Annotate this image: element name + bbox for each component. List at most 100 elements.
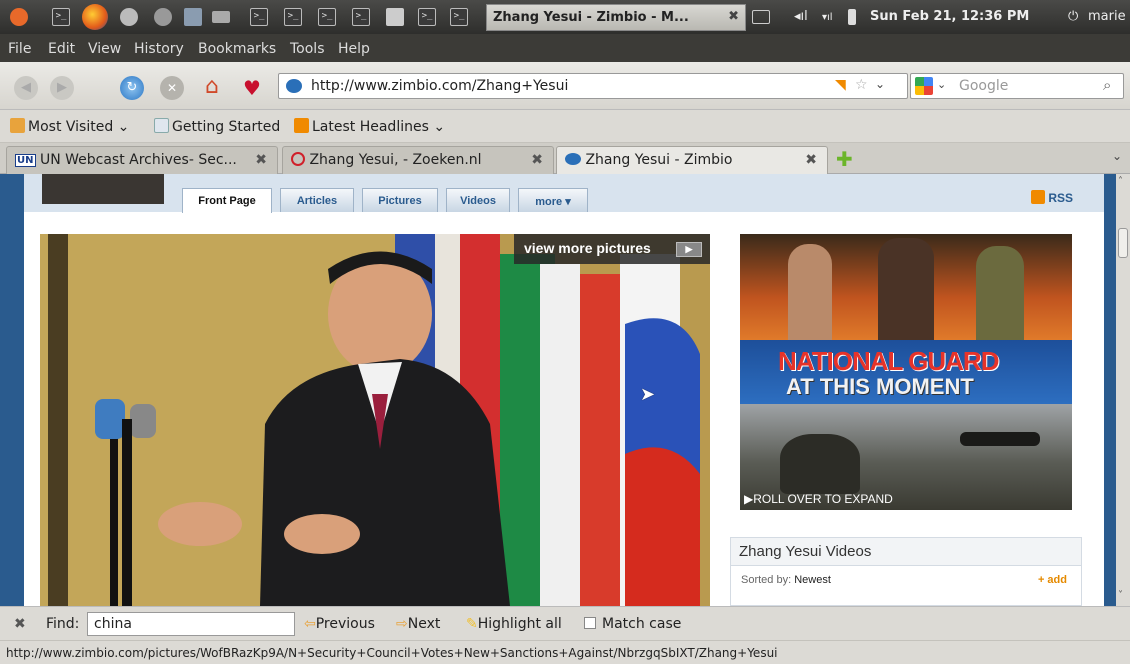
terminal-launcher-icon[interactable]: >_ — [318, 8, 336, 26]
close-tab-icon[interactable]: ✖ — [805, 152, 817, 168]
app-launcher-icon[interactable] — [154, 8, 172, 26]
highlight-all-button[interactable]: ✎Highlight all — [466, 616, 562, 632]
home-button[interactable]: ⌂ — [200, 76, 224, 100]
search-bar[interactable]: ⌄ Google ⌕ — [910, 73, 1124, 99]
close-find-icon[interactable]: ✖ — [14, 616, 26, 632]
site-favicon-icon — [286, 79, 302, 93]
zhang-yesui-photo — [40, 234, 710, 606]
site-navigation: Front Page Articles Pictures Videos more… — [24, 174, 1104, 213]
sort-newest-link[interactable]: Newest — [794, 574, 831, 586]
zoeken-favicon-icon — [291, 152, 305, 166]
chevron-up-icon[interactable]: ˄ — [1118, 176, 1123, 187]
rss-link[interactable]: RSS — [1031, 190, 1073, 205]
mail-icon[interactable] — [752, 10, 770, 24]
menu-help[interactable]: Help — [338, 41, 370, 57]
ad-figure — [788, 244, 832, 340]
power-icon[interactable]: ⏻ — [1068, 9, 1078, 24]
search-placeholder: Google — [959, 78, 1009, 94]
menu-bookmarks[interactable]: Bookmarks — [198, 41, 276, 57]
match-case-checkbox[interactable]: Match case — [584, 616, 681, 632]
tab-more[interactable]: more ▾ — [518, 188, 588, 212]
url-bar[interactable]: http://www.zimbio.com/Zhang+Yesui ◥ ☆ ⌄ — [278, 73, 908, 99]
add-video-link[interactable]: + add — [1038, 574, 1067, 586]
stop-button[interactable]: ✕ — [160, 76, 184, 100]
find-previous-button[interactable]: ⇦Previous — [304, 616, 375, 632]
menu-view[interactable]: View — [88, 41, 121, 57]
close-tab-icon[interactable]: ✖ — [255, 152, 267, 168]
menu-edit[interactable]: Edit — [48, 41, 75, 57]
new-tab-button[interactable]: ✚ — [836, 147, 853, 171]
header-photo — [42, 174, 164, 204]
advertisement[interactable]: NATIONAL GUARD AT THIS MOMENT ▶ROLL OVER… — [740, 234, 1072, 510]
close-icon[interactable]: ✖ — [728, 9, 739, 24]
forward-button[interactable]: ▶ — [50, 76, 74, 100]
battery-icon[interactable] — [848, 9, 856, 25]
tab-videos[interactable]: Videos — [446, 188, 510, 212]
back-button[interactable]: ◀ — [14, 76, 38, 100]
reload-button[interactable]: ↻ — [120, 76, 144, 100]
volume-icon[interactable]: ◂ıl — [794, 9, 808, 24]
rss-feed-icon — [294, 118, 309, 133]
terminal-launcher-icon[interactable]: >_ — [52, 8, 70, 26]
bookmark-latest-headlines[interactable]: Latest Headlines ⌄ — [294, 118, 445, 135]
chevron-down-icon[interactable]: ⌄ — [937, 78, 946, 91]
vertical-scrollbar[interactable]: ˄ ˅ — [1116, 174, 1130, 606]
ad-banner: NATIONAL GUARD AT THIS MOMENT — [740, 340, 1072, 404]
url-text: http://www.zimbio.com/Zhang+Yesui — [311, 78, 569, 94]
highlighter-icon: ✎ — [466, 616, 478, 632]
tab-zoeken[interactable]: Zhang Yesui, - Zoeken.nl ✖ — [282, 146, 554, 174]
terminal-launcher-icon[interactable]: >_ — [352, 8, 370, 26]
app-launcher-icon[interactable] — [212, 11, 230, 23]
scrollbar-thumb[interactable] — [1118, 228, 1128, 258]
search-icon[interactable]: ⌕ — [1103, 76, 1111, 94]
clock[interactable]: Sun Feb 21, 12:36 PM — [870, 9, 1029, 24]
arrow-left-icon: ⇦ — [304, 616, 316, 632]
tab-un-webcast[interactable]: UN UN Webcast Archives- Sec... ✖ — [6, 146, 278, 174]
app-launcher-icon[interactable] — [120, 8, 138, 26]
tab-bar: UN UN Webcast Archives- Sec... ✖ Zhang Y… — [0, 143, 1130, 174]
menu-history[interactable]: History — [134, 41, 184, 57]
network-icon[interactable]: ▾ıl — [822, 12, 833, 23]
ubuntu-logo-icon[interactable] — [10, 8, 28, 26]
page-icon — [154, 118, 169, 133]
terminal-launcher-icon[interactable]: >_ — [418, 8, 436, 26]
find-label: Find: — [46, 616, 80, 632]
bookmark-getting-started[interactable]: Getting Started — [154, 118, 280, 135]
status-bar: http://www.zimbio.com/pictures/WofBRazKp… — [0, 640, 1130, 664]
checkbox-box[interactable] — [584, 617, 596, 629]
videos-title: Zhang Yesui Videos — [731, 538, 1081, 566]
zimbio-favicon-icon — [565, 153, 581, 165]
find-input[interactable]: china — [87, 612, 295, 636]
close-tab-icon[interactable]: ✖ — [531, 152, 543, 168]
menu-file[interactable]: File — [8, 41, 31, 57]
main-photo[interactable] — [40, 234, 710, 606]
star-bookmark-icon[interactable]: ☆ — [855, 77, 868, 93]
view-more-pictures-button[interactable]: view more pictures ▶ — [514, 234, 710, 264]
firefox-icon[interactable] — [82, 4, 108, 30]
tab-zimbio[interactable]: Zhang Yesui - Zimbio ✖ — [556, 146, 828, 174]
menu-bar: File Edit View History Bookmarks Tools H… — [0, 34, 1130, 62]
terminal-launcher-icon[interactable]: >_ — [450, 8, 468, 26]
chevron-down-icon[interactable]: ˅ — [1118, 590, 1123, 601]
tab-articles[interactable]: Articles — [280, 188, 354, 212]
terminal-launcher-icon[interactable]: >_ — [284, 8, 302, 26]
chevron-down-icon[interactable]: ⌄ — [875, 77, 885, 91]
rss-feed-icon[interactable]: ◥ — [835, 77, 846, 93]
chevron-down-icon[interactable]: ⌄ — [1112, 149, 1122, 163]
terminal-launcher-icon[interactable]: >_ — [250, 8, 268, 26]
find-next-button[interactable]: ⇨Next — [396, 616, 440, 632]
editor-icon[interactable] — [386, 8, 404, 26]
tab-front-page[interactable]: Front Page — [182, 188, 272, 213]
heart-icon[interactable]: ♥ — [240, 76, 264, 100]
google-engine-icon[interactable] — [915, 77, 933, 95]
bookmark-most-visited[interactable]: Most Visited ⌄ — [10, 118, 129, 135]
tab-pictures[interactable]: Pictures — [362, 188, 438, 212]
window-button[interactable]: Zhang Yesui - Zimbio - M... ✖ — [486, 4, 746, 31]
ad-subheadline: AT THIS MOMENT — [786, 374, 974, 399]
user-name[interactable]: marie — [1088, 9, 1126, 24]
ad-expand-link[interactable]: ▶ROLL OVER TO EXPAND — [744, 492, 893, 506]
ad-headline: NATIONAL GUARD — [778, 346, 999, 376]
web-content: Front Page Articles Pictures Videos more… — [0, 174, 1130, 606]
folder-icon[interactable] — [184, 8, 202, 26]
menu-tools[interactable]: Tools — [290, 41, 325, 57]
